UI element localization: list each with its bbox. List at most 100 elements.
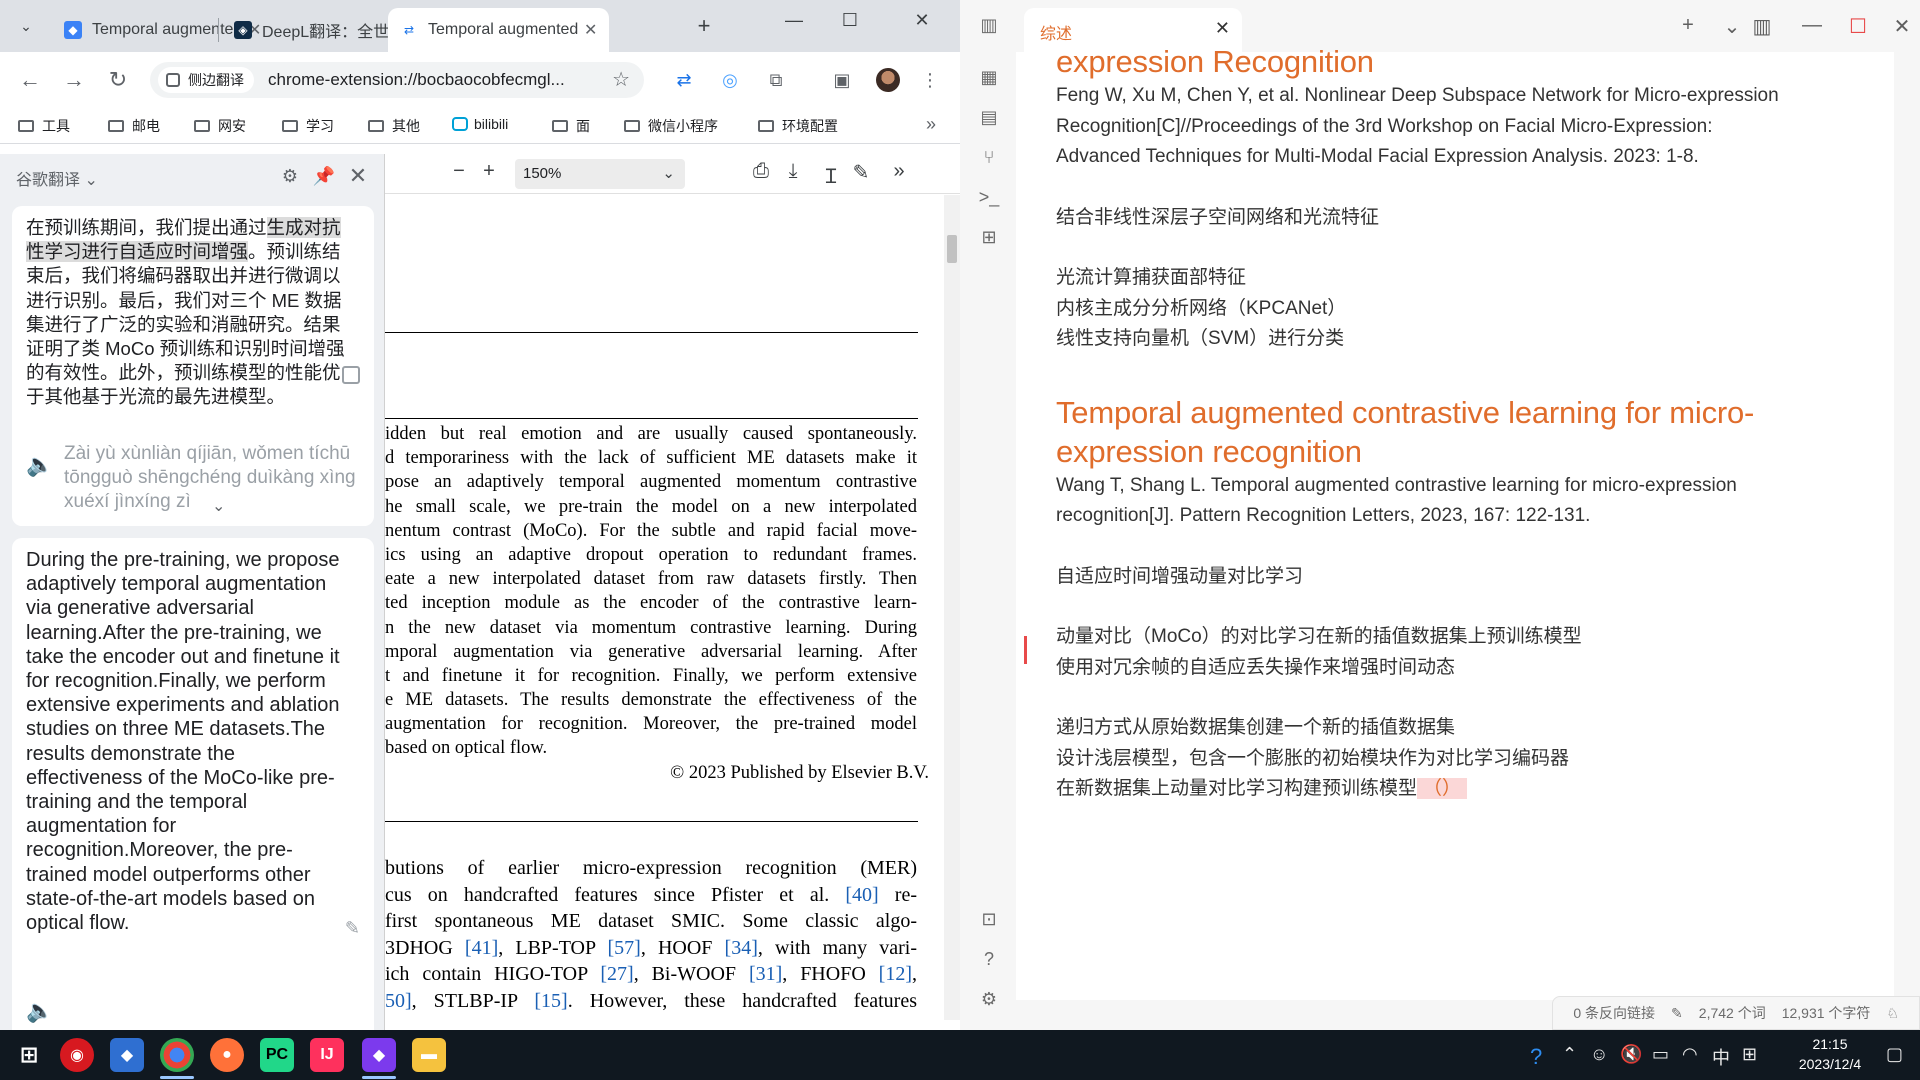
pen-icon[interactable]: ✎ (847, 160, 875, 185)
circle-extension-icon[interactable]: ◎ (718, 68, 742, 92)
new-tab-icon[interactable]: + (1674, 14, 1702, 37)
download-icon[interactable]: ⤓ (779, 160, 807, 183)
tab-temporal-active[interactable]: ⇄ Temporal augmented contrastive ✕ (388, 8, 610, 52)
cat-tray-icon[interactable]: ☺ (1590, 1044, 1608, 1065)
copy-icon[interactable] (342, 366, 360, 384)
terminal-icon[interactable]: >_ (978, 186, 1000, 208)
sync-icon[interactable]: ♘ (1886, 1005, 1899, 1022)
chrome-icon[interactable] (160, 1038, 194, 1072)
expand-chevron-icon[interactable]: ⌄ (212, 496, 225, 516)
bookmark-folder-interview[interactable]: 面 (552, 116, 590, 136)
tab-list-chevron-icon[interactable]: ⌄ (1718, 14, 1746, 39)
translator-select[interactable]: 谷歌翻译 ⌄ (16, 166, 98, 190)
bookmarks-more-button[interactable]: » (926, 114, 936, 135)
windows-start-icon[interactable]: ⊞ (12, 1038, 46, 1072)
bookmark-folder-security[interactable]: 网安 (194, 116, 246, 136)
edit-icon[interactable]: ✎ (345, 918, 360, 939)
tab-search-button[interactable]: ⌄ (10, 10, 42, 42)
app-icon[interactable]: ◆ (110, 1038, 144, 1072)
citation-link[interactable]: 50] (385, 990, 412, 1012)
forward-icon[interactable]: → (60, 66, 88, 94)
citation-link[interactable]: [41] (465, 937, 498, 959)
source-text[interactable]: 在预训练期间，我们提出通过生成对抗性学习进行自适应时间增强。预训练结束后，我们将… (26, 216, 346, 410)
intellij-icon[interactable]: IJ (310, 1038, 344, 1072)
help-tray-icon[interactable]: ? (1530, 1044, 1542, 1070)
note-editor[interactable]: expression Recognition Feng W, Xu M, Che… (1016, 44, 1894, 1000)
bookmark-folder-tools[interactable]: 工具 (18, 116, 70, 136)
volume-muted-icon[interactable]: 🔇 (1620, 1044, 1642, 1065)
maximize-button[interactable]: ☐ (830, 10, 870, 31)
profile-avatar[interactable] (876, 68, 900, 92)
gear-icon[interactable]: ⚙ (278, 164, 302, 188)
bookmark-folder-post[interactable]: 邮电 (108, 116, 160, 136)
edit-mode-icon[interactable]: ✎ (1671, 1005, 1683, 1022)
abstract-line: ics using an adaptive dropout operation … (385, 544, 917, 565)
citation-link[interactable]: [57] (608, 937, 641, 959)
backlinks-count[interactable]: 0 条反向链接 (1573, 1003, 1655, 1023)
graph-icon[interactable]: ⑂ (978, 146, 1000, 168)
folder-icon (108, 120, 124, 132)
menu-kebab-icon[interactable]: ⋮ (918, 68, 942, 92)
grid-icon[interactable]: ▦ (978, 66, 1000, 88)
wifi-icon[interactable]: ◠ (1682, 1044, 1698, 1065)
reload-icon[interactable]: ↻ (104, 66, 132, 94)
tab-close-icon[interactable]: ✕ (584, 20, 597, 40)
citation-link[interactable]: [31] (749, 963, 782, 985)
speaker-icon[interactable]: 🔈 (26, 998, 53, 1024)
file-icon[interactable]: ▤ (978, 106, 1000, 128)
bookmark-bilibili[interactable]: bilibili (452, 116, 508, 132)
obsidian-icon[interactable]: ◆ (362, 1038, 396, 1072)
pycharm-icon[interactable]: PC (260, 1038, 294, 1072)
bookmark-folder-other[interactable]: 其他 (368, 116, 420, 136)
minimize-button[interactable]: — (774, 10, 814, 31)
zoom-in-icon[interactable]: + (475, 160, 503, 183)
sidebar-toggle-icon[interactable]: ▥ (978, 14, 1000, 36)
close-icon[interactable]: ✕ (346, 164, 370, 188)
keyboard-grid-icon[interactable]: ⊞ (1742, 1044, 1757, 1065)
extensions-puzzle-icon[interactable]: ⧉ (764, 68, 788, 92)
firefox-icon[interactable]: ● (210, 1038, 244, 1072)
body-text-run: 3DHOG (385, 936, 465, 959)
zoom-out-icon[interactable]: − (445, 160, 473, 183)
scrollbar-thumb[interactable] (947, 235, 957, 263)
notification-icon[interactable]: ▢ (1886, 1044, 1903, 1065)
back-icon[interactable]: ← (16, 66, 44, 94)
citation-link[interactable]: [34] (725, 937, 758, 959)
close-window-button[interactable]: ✕ (1888, 14, 1916, 39)
file-explorer-icon[interactable]: ▬ (412, 1038, 446, 1072)
bookmark-star-icon[interactable]: ☆ (612, 67, 630, 92)
netease-music-icon[interactable]: ◉ (60, 1038, 94, 1072)
help-icon[interactable]: ? (978, 948, 1000, 970)
site-chip[interactable]: 侧边翻译 (158, 67, 254, 93)
citation-link[interactable]: [40] (845, 884, 878, 906)
new-tab-button[interactable]: + (690, 12, 718, 40)
close-icon[interactable]: ✕ (1215, 18, 1230, 39)
speaker-icon[interactable]: 🔈 (26, 452, 53, 478)
bookmark-folder-miniprogram[interactable]: 微信小程序 (624, 116, 718, 136)
settings-gear-icon[interactable]: ⚙ (978, 988, 1000, 1010)
bookmark-folder-env[interactable]: 环境配置 (758, 116, 838, 136)
citation-link[interactable]: [15] (534, 990, 567, 1012)
right-sidebar-icon[interactable]: ▥ (1748, 14, 1776, 39)
blocks-icon[interactable]: ⊞ (978, 226, 1000, 248)
more-tools-icon[interactable]: » (885, 160, 913, 183)
pin-icon[interactable]: 📌 (312, 164, 336, 188)
bookmark-folder-study[interactable]: 学习 (282, 116, 334, 136)
chevron-up-icon[interactable]: ⌃ (1562, 1044, 1577, 1065)
zoom-select[interactable]: 150% ⌄ (515, 159, 685, 189)
clock[interactable]: 21:15 2023/12/4 (1785, 1034, 1875, 1074)
citation-link[interactable]: [12] (879, 963, 912, 985)
pdf-scrollbar[interactable] (944, 195, 960, 1020)
close-window-button[interactable]: ✕ (902, 10, 942, 31)
maximize-button[interactable]: ☐ (1844, 14, 1872, 39)
ime-indicator[interactable]: 中 (1712, 1044, 1730, 1070)
citation-link[interactable]: [27] (600, 963, 633, 985)
side-panel-icon[interactable]: ▣ (830, 68, 854, 92)
translate-extension-icon[interactable]: ⇄ (672, 68, 696, 92)
print-icon[interactable]: ⎙ (747, 160, 775, 183)
minimize-button[interactable]: — (1798, 14, 1826, 37)
battery-icon[interactable]: ▭ (1652, 1044, 1669, 1065)
text-cursor-icon[interactable]: Ｉ (817, 160, 845, 189)
vault-icon[interactable]: ⊡ (978, 908, 1000, 930)
address-bar[interactable]: 侧边翻译 chrome-extension://bocbaocobfecmgl.… (150, 62, 644, 98)
